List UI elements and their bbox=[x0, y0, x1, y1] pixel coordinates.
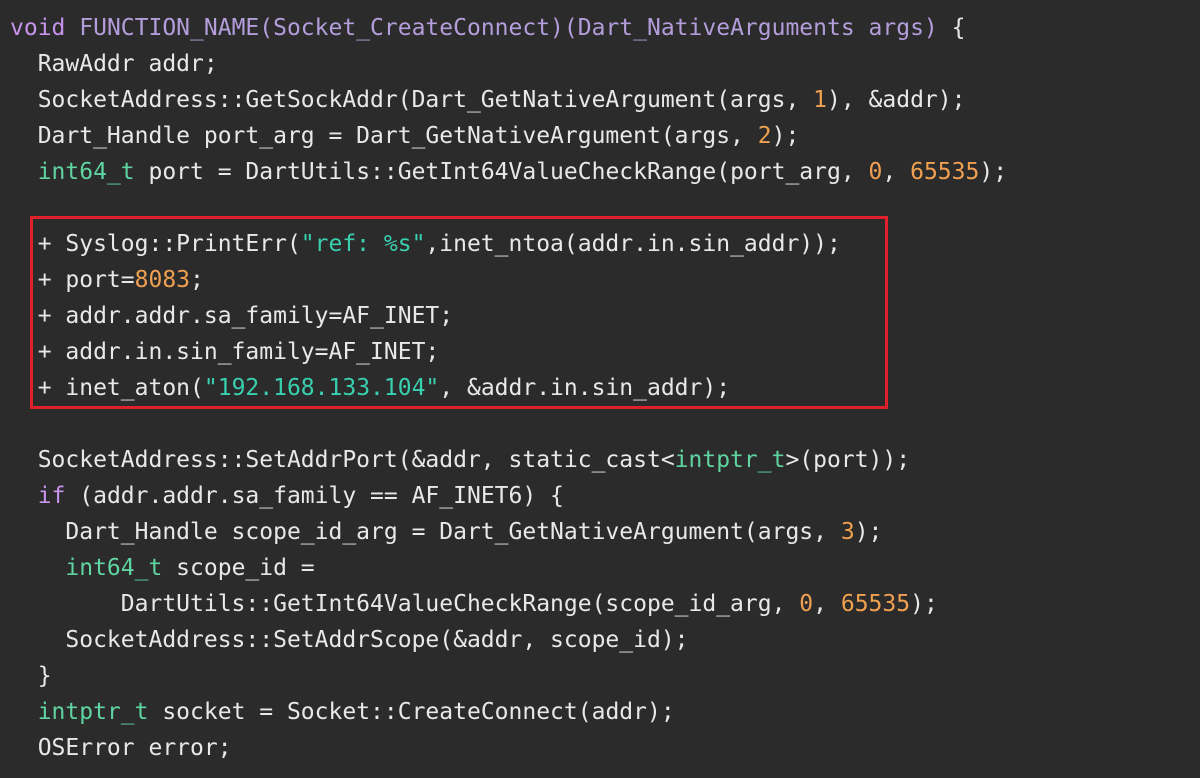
code-line[interactable]: SocketAddress::SetAddrPort(&addr, static… bbox=[10, 442, 1007, 478]
code-token: + addr.addr.sa_family=AF_INET; bbox=[10, 303, 454, 329]
code-token: ); bbox=[910, 591, 938, 617]
code-token: port = DartUtils::GetInt64ValueCheckRang… bbox=[134, 159, 869, 185]
code-line[interactable]: + inet_aton("192.168.133.104", &addr.in.… bbox=[10, 370, 1007, 406]
code-token: (addr.addr.sa_family == AF_INET6) { bbox=[65, 483, 564, 509]
code-token: >(port)); bbox=[785, 447, 911, 473]
code-line[interactable]: void FUNCTION_NAME(Socket_CreateConnect)… bbox=[10, 10, 1007, 46]
code-line[interactable]: if (addr.addr.sa_family == AF_INET6) { bbox=[10, 478, 1007, 514]
code-line[interactable]: DartUtils::GetInt64ValueCheckRange(scope… bbox=[10, 586, 1007, 622]
code-token: ); bbox=[979, 159, 1008, 185]
code-token: 0 bbox=[799, 591, 814, 617]
code-line[interactable] bbox=[10, 406, 1007, 442]
code-token: DartUtils::GetInt64ValueCheckRange(scope… bbox=[10, 591, 800, 617]
code-token: SocketAddress::SetAddrScope(&addr, scope… bbox=[10, 627, 689, 653]
code-token: , bbox=[813, 591, 841, 617]
code-line[interactable]: + addr.addr.sa_family=AF_INET; bbox=[10, 298, 1007, 334]
code-token: 65535 bbox=[910, 159, 980, 185]
code-token: socket = Socket::CreateConnect(addr); bbox=[148, 699, 675, 725]
code-token: + port= bbox=[10, 267, 135, 293]
code-line[interactable]: OSError error; bbox=[10, 730, 1007, 766]
code-token: SocketAddress::SetAddrPort(&addr, static… bbox=[10, 447, 675, 473]
code-token: intptr_t bbox=[674, 447, 786, 473]
code-line[interactable] bbox=[10, 190, 1007, 226]
code-token: 65535 bbox=[840, 591, 911, 617]
code-token: , bbox=[882, 159, 911, 185]
code-token: int64_t bbox=[37, 159, 135, 185]
code-token: int64_t bbox=[65, 555, 163, 581]
code-token: 2 bbox=[757, 123, 772, 149]
code-token: if bbox=[37, 483, 66, 509]
code-token: ); bbox=[771, 123, 800, 149]
code-token: + inet_aton( bbox=[10, 375, 204, 401]
code-token: "ref: %s" bbox=[300, 231, 426, 257]
code-token: ; bbox=[190, 267, 204, 293]
code-line[interactable]: int64_t port = DartUtils::GetInt64ValueC… bbox=[10, 154, 1007, 190]
code-line[interactable]: intptr_t socket = Socket::CreateConnect(… bbox=[10, 694, 1007, 730]
code-token: OSError error; bbox=[10, 735, 232, 761]
code-token: , &addr.in.sin_addr); bbox=[439, 375, 731, 401]
code-editor[interactable]: void FUNCTION_NAME(Socket_CreateConnect)… bbox=[0, 0, 1200, 778]
code-token: Dart_Handle port_arg = Dart_GetNativeArg… bbox=[10, 123, 758, 149]
code-line[interactable]: } bbox=[10, 658, 1007, 694]
code-line[interactable]: Dart_Handle port_arg = Dart_GetNativeArg… bbox=[10, 118, 1007, 154]
code-block[interactable]: void FUNCTION_NAME(Socket_CreateConnect)… bbox=[10, 10, 1007, 766]
code-token: scope_id = bbox=[162, 555, 315, 581]
code-token: intptr_t bbox=[37, 699, 149, 725]
code-token: FUNCTION_NAME(Socket_CreateConnect)(Dart… bbox=[79, 15, 952, 41]
code-token: ), &addr); bbox=[827, 87, 966, 113]
code-token: { bbox=[951, 15, 966, 41]
code-line[interactable]: Dart_Handle scope_id_arg = Dart_GetNativ… bbox=[10, 514, 1007, 550]
code-token: Dart_Handle scope_id_arg = Dart_GetNativ… bbox=[10, 519, 841, 545]
code-token: SocketAddress::GetSockAddr(Dart_GetNativ… bbox=[10, 87, 814, 113]
code-token: 1 bbox=[813, 87, 827, 113]
code-line[interactable]: int64_t scope_id = bbox=[10, 550, 1007, 586]
code-line[interactable]: + Syslog::PrintErr("ref: %s",inet_ntoa(a… bbox=[10, 226, 1007, 262]
code-token: ,inet_ntoa(addr.in.sin_addr)); bbox=[425, 231, 841, 257]
code-token: RawAddr addr; bbox=[10, 51, 218, 77]
code-token: 8083 bbox=[134, 267, 191, 293]
code-line[interactable]: + addr.in.sin_family=AF_INET; bbox=[10, 334, 1007, 370]
code-token: ); bbox=[854, 519, 883, 545]
code-token: } bbox=[10, 663, 52, 689]
code-token: 0 bbox=[868, 159, 883, 185]
code-line[interactable]: RawAddr addr; bbox=[10, 46, 1007, 82]
code-token: "192.168.133.104" bbox=[203, 375, 440, 401]
code-token: + Syslog::PrintErr( bbox=[10, 231, 301, 257]
code-line[interactable]: + port=8083; bbox=[10, 262, 1007, 298]
code-line[interactable]: SocketAddress::SetAddrScope(&addr, scope… bbox=[10, 622, 1007, 658]
code-token: void bbox=[10, 15, 80, 41]
code-token: + addr.in.sin_family=AF_INET; bbox=[10, 339, 440, 365]
code-token: 3 bbox=[840, 519, 855, 545]
code-line[interactable]: SocketAddress::GetSockAddr(Dart_GetNativ… bbox=[10, 82, 1007, 118]
